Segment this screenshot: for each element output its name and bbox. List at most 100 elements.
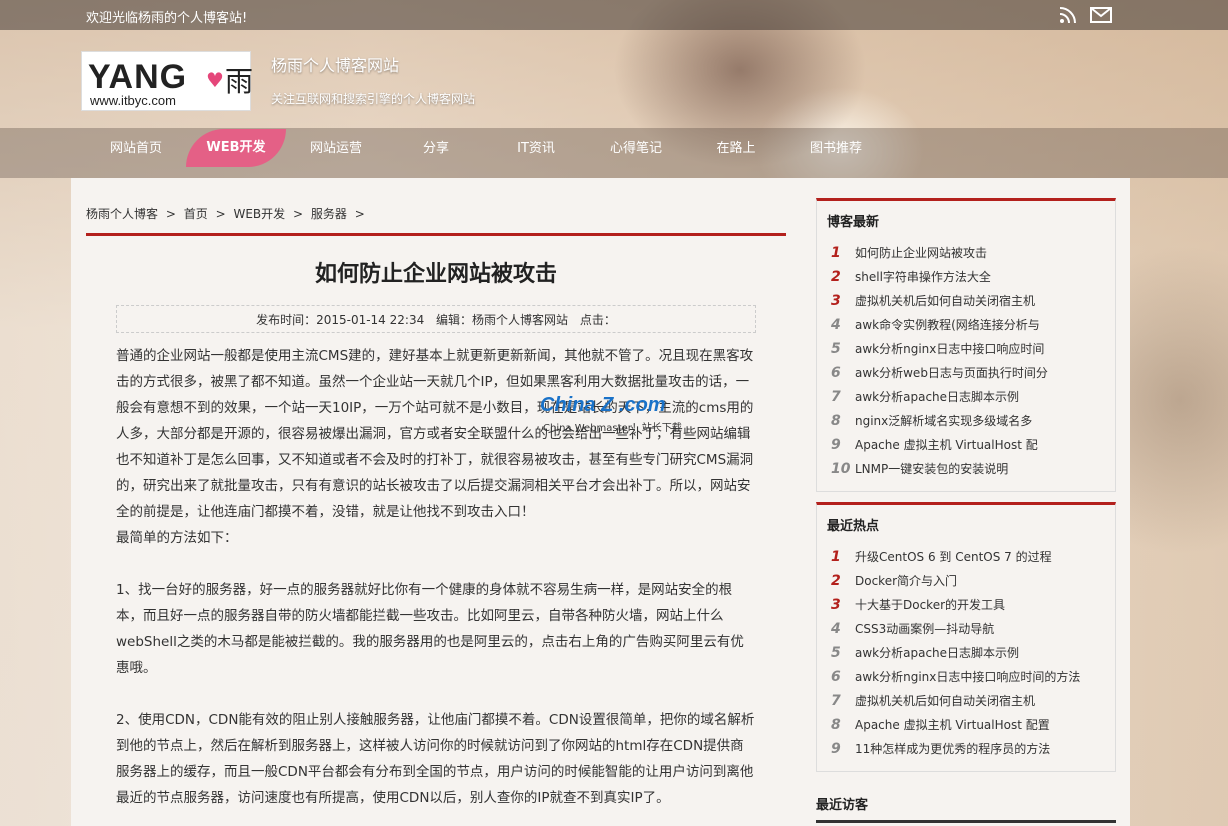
breadcrumb-server[interactable]: 服务器 (311, 207, 347, 221)
article-paragraph: 2、使用CDN，CDN能有效的阻止别人接触服务器，让他庙门都摸不着。CDN设置很… (116, 712, 755, 806)
rank-number: 7 (831, 693, 841, 709)
site-subtitle: 关注互联网和搜索引擎的个人博客网站 (271, 92, 476, 106)
latest-posts-panel: 博客最新 1 如何防止企业网站被攻击 2 shell字符串操作方法大全 3 虚拟机关机后如… (816, 198, 1116, 492)
rank-number: 2 (831, 269, 841, 285)
post-link[interactable]: nginx泛解析域名实现多级域名多 (855, 414, 1032, 428)
article-spacer (116, 551, 756, 577)
post-link[interactable]: Apache 虚拟主机 VirtualHost 配置 (855, 718, 1050, 732)
list-item[interactable]: 9 Apache 虚拟主机 VirtualHost 配 (831, 433, 1115, 457)
nav-item-web-dev[interactable]: WEB开发 (186, 129, 286, 167)
panel-title: 博客最新 (827, 215, 880, 230)
post-link[interactable]: awk分析apache日志脚本示例 (855, 390, 1019, 404)
logo-han: 雨 (225, 65, 254, 98)
hot-posts-panel: 最近热点 1 升级CentOS 6 到 CentOS 7 的过程 2 Docker简介… (816, 502, 1116, 772)
post-link[interactable]: awk分析nginx日志中接口响应时间 (855, 342, 1044, 356)
post-link[interactable]: 升级CentOS 6 到 CentOS 7 的过程 (855, 550, 1052, 564)
article-paragraph: 1、找一台好的服务器，好一点的服务器就好比你有一个健康的身体就不容易生病一样，是… (116, 582, 744, 676)
main-nav: 网站首页 WEB开发 网站运营 分享 IT资讯 心得笔记 在路上 图书推荐 (0, 128, 1228, 178)
list-item[interactable]: 6 awk分析web日志与页面执行时间分 (831, 361, 1115, 385)
list-item[interactable]: 2 Docker简介与入门 (831, 569, 1115, 593)
breadcrumb-separator: > (165, 207, 176, 221)
watermark-logo: China Z .com (540, 394, 666, 416)
rank-number: 8 (831, 413, 841, 429)
panel-title: 最近热点 (827, 519, 880, 534)
list-item[interactable]: 10 LNMP一键安装包的安装说明 (831, 457, 1115, 481)
site-logo[interactable]: YANG ♥ 雨 www.itbyc.com (81, 51, 254, 111)
rank-number: 10 (831, 461, 851, 477)
list-item[interactable]: 1 升级CentOS 6 到 CentOS 7 的过程 (831, 545, 1115, 569)
list-item[interactable]: 3 虚拟机关机后如何自动关闭宿主机 (831, 289, 1115, 313)
logo-wordmark: YANG (88, 58, 188, 96)
latest-posts-list: 1 如何防止企业网站被攻击 2 shell字符串操作方法大全 3 虚拟机关机后如何自动关闭… (817, 235, 1115, 481)
welcome-text: 欢迎光临杨雨的个人博客站! (86, 11, 248, 26)
post-link[interactable]: CSS3动画案例—抖动导航 (855, 622, 994, 636)
list-item[interactable]: 8 Apache 虚拟主机 VirtualHost 配置 (831, 713, 1115, 737)
list-item[interactable]: 5 awk分析nginx日志中接口响应时间 (831, 337, 1115, 361)
rank-number: 9 (831, 741, 841, 757)
nav-item-on-the-road[interactable]: 在路上 (686, 128, 786, 178)
post-link[interactable]: 虚拟机关机后如何自动关闭宿主机 (855, 294, 1035, 308)
rank-number: 5 (831, 341, 841, 357)
list-item[interactable]: 9 11种怎样成为更优秀的程序员的方法 (831, 737, 1115, 761)
site-title[interactable]: 杨雨个人博客网站 (271, 52, 399, 76)
publish-time: 发布时间：2015-01-14 22:34 (256, 313, 425, 327)
mail-icon[interactable] (1090, 5, 1112, 25)
list-item[interactable]: 4 CSS3动画案例—抖动导航 (831, 617, 1115, 641)
rank-number: 6 (831, 365, 841, 381)
list-item[interactable]: 3 十大基于Docker的开发工具 (831, 593, 1115, 617)
recent-visitors-divider (816, 820, 1116, 823)
rank-number: 8 (831, 717, 841, 733)
breadcrumb-separator: > (215, 207, 226, 221)
nav-item-it-news[interactable]: IT资讯 (486, 128, 586, 178)
logo-url: www.itbyc.com (90, 93, 176, 108)
rank-number: 1 (831, 245, 841, 261)
post-link[interactable]: Apache 虚拟主机 VirtualHost 配 (855, 438, 1038, 452)
list-item[interactable]: 2 shell字符串操作方法大全 (831, 265, 1115, 289)
nav-item-home[interactable]: 网站首页 (86, 128, 186, 178)
click-count: 点击： (579, 313, 616, 327)
rank-number: 3 (831, 293, 841, 309)
list-item[interactable]: 8 nginx泛解析域名实现多级域名多 (831, 409, 1115, 433)
recent-visitors-title: 最近访客 (816, 798, 869, 813)
article-paragraph: 普通的企业网站一般都是使用主流CMS建的，建好基本上就更新更新新闻，其他就不管了… (116, 348, 754, 520)
heart-icon: ♥ (206, 68, 224, 92)
breadcrumb-blog[interactable]: 杨雨个人博客 (86, 207, 158, 221)
nav-item-operations[interactable]: 网站运营 (286, 128, 386, 178)
breadcrumb-divider (86, 233, 786, 236)
rank-number: 9 (831, 437, 841, 453)
article-title: 如何防止企业网站被攻击 (314, 262, 557, 287)
post-link[interactable]: 虚拟机关机后如何自动关闭宿主机 (855, 694, 1035, 708)
list-item[interactable]: 7 虚拟机关机后如何自动关闭宿主机 (831, 689, 1115, 713)
breadcrumb-home[interactable]: 首页 (184, 207, 208, 221)
post-link[interactable]: awk分析nginx日志中接口响应时间的方法 (855, 670, 1080, 684)
list-item[interactable]: 4 awk命令实例教程(网络连接分析与 (831, 313, 1115, 337)
post-link[interactable]: shell字符串操作方法大全 (855, 270, 991, 284)
rss-icon[interactable] (1058, 5, 1078, 25)
post-link[interactable]: Docker简介与入门 (855, 574, 957, 588)
nav-item-books[interactable]: 图书推荐 (786, 128, 886, 178)
nav-item-notes[interactable]: 心得笔记 (586, 128, 686, 178)
rank-number: 4 (831, 317, 841, 333)
rank-number: 5 (831, 645, 841, 661)
rank-number: 7 (831, 389, 841, 405)
list-item[interactable]: 7 awk分析apache日志脚本示例 (831, 385, 1115, 409)
article-spacer (116, 681, 756, 707)
post-link[interactable]: 如何防止企业网站被攻击 (855, 246, 987, 260)
post-link[interactable]: 十大基于Docker的开发工具 (855, 598, 1005, 612)
hot-posts-list: 1 升级CentOS 6 到 CentOS 7 的过程 2 Docker简介与入门 3 十… (817, 539, 1115, 761)
post-link[interactable]: 11种怎样成为更优秀的程序员的方法 (855, 742, 1050, 756)
post-link[interactable]: awk分析web日志与页面执行时间分 (855, 366, 1048, 380)
rank-number: 3 (831, 597, 841, 613)
rank-number: 6 (831, 669, 841, 685)
rank-number: 2 (831, 573, 841, 589)
post-link[interactable]: awk分析apache日志脚本示例 (855, 646, 1019, 660)
list-item[interactable]: 1 如何防止企业网站被攻击 (831, 241, 1115, 265)
post-link[interactable]: awk命令实例教程(网络连接分析与 (855, 318, 1040, 332)
article-meta: 发布时间：2015-01-14 22:34 编辑：杨雨个人博客网站 点击： (116, 305, 756, 333)
list-item[interactable]: 5 awk分析apache日志脚本示例 (831, 641, 1115, 665)
top-bar: 欢迎光临杨雨的个人博客站! (0, 0, 1228, 30)
list-item[interactable]: 6 awk分析nginx日志中接口响应时间的方法 (831, 665, 1115, 689)
breadcrumb-web-dev[interactable]: WEB开发 (233, 207, 285, 221)
nav-item-share[interactable]: 分享 (386, 128, 486, 178)
post-link[interactable]: LNMP一键安装包的安装说明 (855, 462, 1008, 476)
